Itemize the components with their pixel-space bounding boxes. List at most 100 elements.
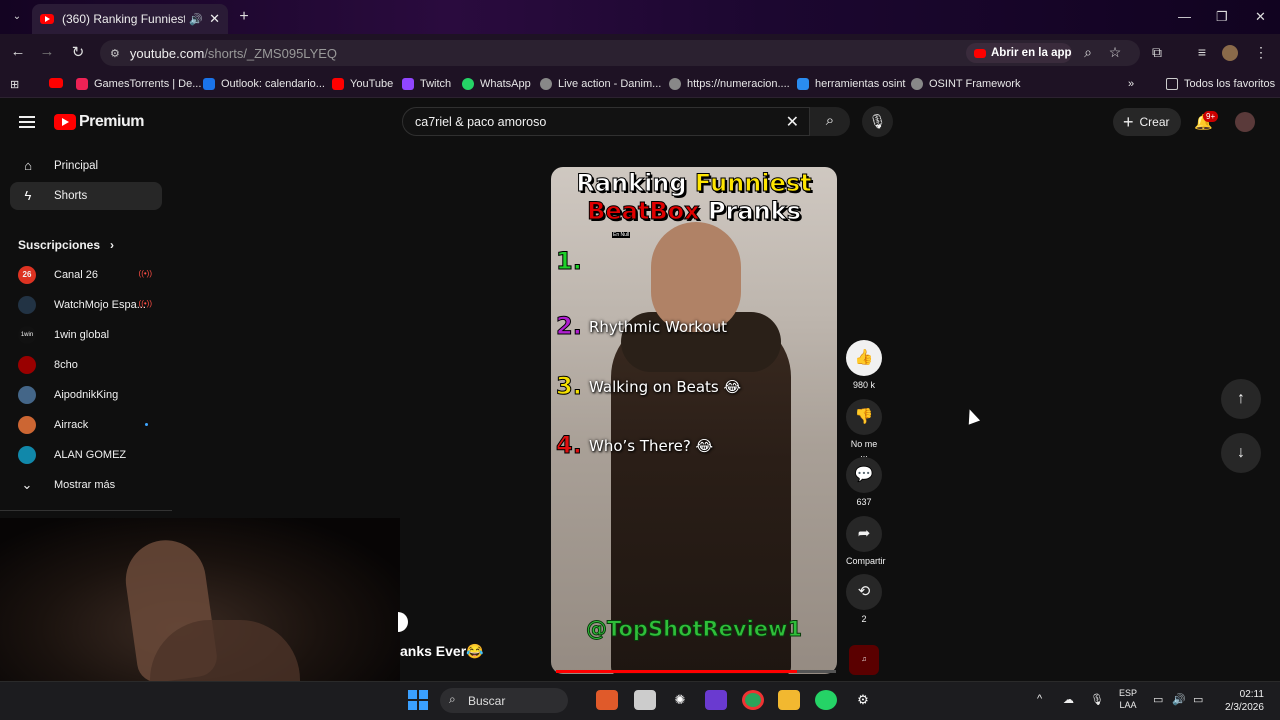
- account-avatar[interactable]: [1235, 112, 1255, 132]
- apps-icon[interactable]: ⊞: [10, 78, 19, 91]
- previous-short-button[interactable]: ↑: [1221, 379, 1261, 419]
- sidebar-sub-item[interactable]: AipodnikKing: [10, 381, 162, 409]
- clear-search-icon[interactable]: ✕: [786, 112, 799, 132]
- taskbar-app-icon[interactable]: [705, 690, 727, 710]
- bookmark-item[interactable]: OSINT Framework: [911, 78, 1020, 90]
- bookmark-item[interactable]: Live action - Danim...: [540, 78, 661, 90]
- bookmark-item[interactable]: GamesTorrents | De...: [76, 78, 201, 90]
- subscriptions-label: Suscripciones: [18, 238, 101, 252]
- site-info-icon[interactable]: ⚙: [110, 47, 120, 60]
- sidebar-sub-item[interactable]: WatchMojo Espa... ((•)): [10, 291, 162, 319]
- search-button[interactable]: ⌕: [810, 107, 850, 136]
- sidebar-item-shorts[interactable]: ϟ Shorts: [10, 182, 162, 210]
- thumbs-up-icon: 👍: [846, 340, 882, 376]
- subscriptions-header[interactable]: Suscripciones ›: [18, 238, 114, 252]
- live-icon: ((•)): [138, 269, 152, 278]
- remix-icon: ⟲: [846, 574, 882, 610]
- file-explorer-icon[interactable]: [778, 690, 800, 710]
- short-video-player[interactable]: Ranking Funniest BeatBox Pranks En Null …: [551, 167, 837, 674]
- search-input[interactable]: ca7riel & paco amoroso ✕: [402, 107, 810, 136]
- dislike-button[interactable]: 👎 No me ...: [846, 399, 882, 459]
- mouse-cursor: [963, 407, 981, 425]
- taskbar-app-icon[interactable]: ⚙: [852, 690, 874, 710]
- show-more-button[interactable]: ⌄ Mostrar más: [10, 471, 162, 499]
- minimize-icon[interactable]: —: [1178, 9, 1191, 24]
- browser-menu-icon[interactable]: ⋮: [1252, 44, 1270, 61]
- chrome-icon[interactable]: [742, 690, 764, 710]
- sidebar-item-label: Principal: [54, 160, 99, 172]
- person-head: [651, 222, 741, 332]
- sidebar-sub-item[interactable]: Airrack: [10, 411, 162, 439]
- all-bookmarks[interactable]: Todos los favoritos: [1166, 78, 1275, 90]
- profile-avatar[interactable]: [1222, 45, 1238, 61]
- reload-icon[interactable]: ↻: [68, 43, 88, 61]
- comment-icon: 💬: [846, 457, 882, 493]
- volume-icon[interactable]: 🔊: [1172, 693, 1186, 706]
- taskbar-search[interactable]: ⌕ Buscar: [440, 688, 568, 713]
- language-indicator[interactable]: ESP LAA: [1119, 687, 1137, 711]
- channel-avatar: [18, 296, 36, 314]
- tab-title: (360) Ranking Funniest Bea: [62, 12, 186, 26]
- dislike-label: No me ...: [850, 439, 878, 459]
- sidebar-sub-item[interactable]: 8cho: [10, 351, 162, 379]
- tray-overflow-icon[interactable]: ^: [1037, 693, 1042, 705]
- taskbar-app-icon[interactable]: [596, 690, 618, 710]
- sidebar-sub-item[interactable]: 1win 1win global: [10, 321, 162, 349]
- youtube-premium-logo[interactable]: Premium: [54, 113, 144, 131]
- sidebar-item-principal[interactable]: ⌂ Principal: [10, 152, 162, 180]
- sound-thumbnail[interactable]: ♫: [849, 645, 879, 675]
- channel-avatar: [18, 446, 36, 464]
- speaker-icon[interactable]: 🔊: [189, 13, 203, 26]
- bookmark-youtube-icon[interactable]: [49, 78, 69, 88]
- folder-icon: [1166, 78, 1178, 90]
- tab-search-icon[interactable]: ⌄: [8, 8, 26, 26]
- next-short-button[interactable]: ↓: [1221, 433, 1261, 473]
- bookmark-item[interactable]: https://numeracion....: [669, 78, 790, 90]
- like-button[interactable]: 👍 980 k: [846, 340, 882, 390]
- remix-button[interactable]: ⟲ 2: [846, 574, 882, 624]
- whatsapp-icon[interactable]: [815, 690, 837, 710]
- share-icon: ➦: [846, 516, 882, 552]
- sidebar-sub-item[interactable]: ALAN GOMEZ: [10, 441, 162, 469]
- windows-start-icon[interactable]: [408, 690, 428, 710]
- window-close-icon[interactable]: ✕: [1255, 9, 1266, 25]
- close-tab-icon[interactable]: ✕: [209, 11, 220, 27]
- create-button[interactable]: + Crear: [1113, 108, 1181, 136]
- rank-number: 1.: [556, 247, 583, 276]
- channel-avatar: 26: [18, 266, 36, 284]
- sidebar-sub-item[interactable]: 26 Canal 26 ((•)): [10, 261, 162, 289]
- forward-icon[interactable]: →: [37, 43, 57, 60]
- sub-label: ALAN GOMEZ: [54, 449, 127, 461]
- bookmark-item[interactable]: YouTube: [332, 78, 393, 90]
- voice-search-button[interactable]: 🎙: [862, 106, 893, 137]
- system-clock[interactable]: 02:11 2/3/2026: [1225, 688, 1264, 714]
- sub-label: 8cho: [54, 359, 78, 371]
- video-progress-bar[interactable]: [556, 670, 836, 673]
- bookmark-item[interactable]: herramientas osint: [797, 78, 906, 90]
- bookmark-star-icon[interactable]: ☆: [1106, 44, 1124, 61]
- browser-tab[interactable]: (360) Ranking Funniest Bea 🔊 ✕: [32, 4, 228, 34]
- bookmarks-overflow-icon[interactable]: »: [1128, 78, 1134, 90]
- extensions-icon[interactable]: ⧉: [1148, 44, 1166, 61]
- shorts-icon: ϟ: [24, 188, 32, 203]
- maximize-icon[interactable]: ❐: [1216, 9, 1228, 25]
- battery-icon[interactable]: ▭: [1193, 693, 1203, 706]
- share-button[interactable]: ➦ Compartir: [846, 516, 886, 566]
- network-icon[interactable]: ▭: [1153, 693, 1163, 706]
- open-in-app-button[interactable]: Abrir en la app: [966, 43, 1072, 63]
- bookmark-item[interactable]: Twitch: [402, 78, 451, 90]
- clock-time: 02:11: [1239, 689, 1264, 700]
- new-tab-button[interactable]: +: [234, 7, 254, 27]
- back-icon[interactable]: ←: [8, 43, 28, 60]
- bookmark-item[interactable]: WhatsApp: [462, 78, 531, 90]
- media-control-icon[interactable]: ≡: [1193, 44, 1211, 60]
- taskbar-app-icon[interactable]: [634, 690, 656, 710]
- mic-tray-icon[interactable]: 🎙: [1090, 693, 1104, 706]
- menu-icon[interactable]: [19, 116, 35, 128]
- comments-button[interactable]: 💬 637: [846, 457, 882, 507]
- zoom-icon[interactable]: ⌕: [1079, 44, 1097, 61]
- chatgpt-icon[interactable]: ✺: [669, 690, 691, 710]
- onedrive-icon[interactable]: ☁: [1063, 693, 1074, 706]
- new-content-dot: [145, 423, 148, 426]
- bookmark-item[interactable]: Outlook: calendario...: [203, 78, 325, 90]
